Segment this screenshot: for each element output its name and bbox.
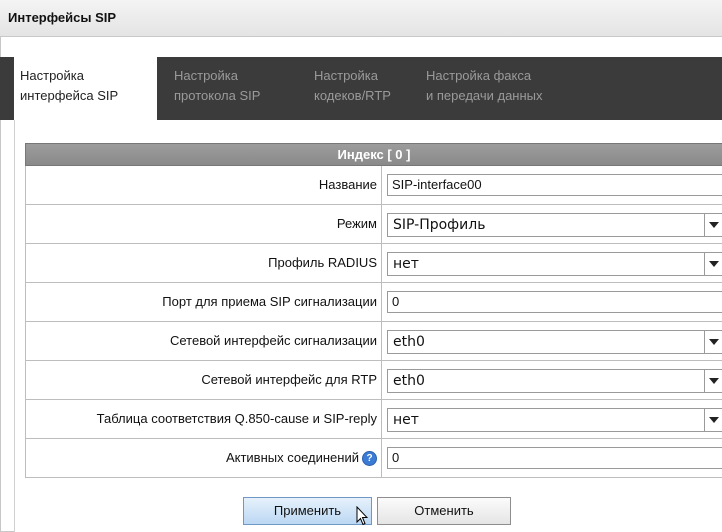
field-label: Режим <box>26 205 382 243</box>
tab-sip-protocol[interactable]: Настройка протокола SIP <box>174 57 260 120</box>
window-titlebar: Интерфейсы SIP <box>0 0 722 37</box>
mouse-cursor-icon <box>356 506 368 526</box>
table-row: Активных соединений? 0 <box>25 439 722 478</box>
tab-label-line1: Настройка <box>174 68 238 83</box>
chevron-down-icon[interactable] <box>704 370 722 392</box>
tab-fax-data[interactable]: Настройка факса и передачи данных <box>426 57 543 120</box>
select-value: нет <box>393 256 419 272</box>
tab-panel: Индекс [ 0 ] Название SIP-interface00 Ре… <box>14 120 722 532</box>
tab-label-line1: Настройка <box>20 68 84 83</box>
chevron-down-icon[interactable] <box>704 409 722 431</box>
table-row: Режим SIP-Профиль <box>25 205 722 244</box>
tab-label-line1: Настройка факса <box>426 68 532 83</box>
field-label: Название <box>26 166 382 204</box>
table-row: Таблица соответствия Q.850-cause и SIP-r… <box>25 400 722 439</box>
field-label: Сетевой интерфейс для RTP <box>26 361 382 399</box>
table-row: Сетевой интерфейс сигнализации eth0 <box>25 322 722 361</box>
table-header: Индекс [ 0 ] <box>25 143 722 166</box>
chevron-down-icon[interactable] <box>704 253 722 275</box>
settings-table: Индекс [ 0 ] Название SIP-interface00 Ре… <box>25 143 722 478</box>
question-icon[interactable]: ? <box>362 451 377 467</box>
tab-codecs-rtp[interactable]: Настройка кодеков/RTP <box>314 57 391 120</box>
cancel-button[interactable]: Отменить <box>377 497 511 525</box>
tab-label-line2: интерфейса SIP <box>20 88 119 103</box>
mode-select[interactable]: SIP-Профиль <box>387 213 722 237</box>
tab-label-line2: кодеков/RTP <box>314 88 391 103</box>
select-value: eth0 <box>393 334 425 350</box>
name-input[interactable]: SIP-interface00 <box>387 174 722 196</box>
field-label: Порт для приема SIP сигнализации <box>26 283 382 321</box>
tab-label-line1: Настройка <box>314 68 378 83</box>
signaling-interface-select[interactable]: eth0 <box>387 330 722 354</box>
tab-label-line2: протокола SIP <box>174 88 261 103</box>
chevron-down-icon[interactable] <box>704 214 722 236</box>
field-label: Сетевой интерфейс сигнализации <box>26 322 382 360</box>
rtp-interface-select[interactable]: eth0 <box>387 369 722 393</box>
q850-table-select[interactable]: нет <box>387 408 722 432</box>
table-row: Сетевой интерфейс для RTP eth0 <box>25 361 722 400</box>
table-row: Порт для приема SIP сигнализации 0 <box>25 283 722 322</box>
select-value: SIP-Профиль <box>393 217 486 233</box>
chevron-down-icon[interactable] <box>704 331 722 353</box>
field-label: Профиль RADIUS <box>26 244 382 282</box>
select-value: eth0 <box>393 373 425 389</box>
table-row: Название SIP-interface00 <box>25 166 722 205</box>
field-label-text: Активных соединений <box>225 450 359 465</box>
window-title: Интерфейсы SIP <box>8 10 117 25</box>
radius-profile-select[interactable]: нет <box>387 252 722 276</box>
field-label: Таблица соответствия Q.850-cause и SIP-r… <box>26 400 382 438</box>
select-value: нет <box>393 412 419 428</box>
apply-button[interactable]: Применить <box>243 497 372 525</box>
sip-port-input[interactable]: 0 <box>387 291 722 313</box>
tab-bar: Настройка интерфейса SIP Настройка прото… <box>0 57 722 123</box>
tab-sip-interface[interactable]: Настройка интерфейса SIP <box>14 57 157 123</box>
tab-label-line2: и передачи данных <box>426 88 543 103</box>
active-connections-input[interactable]: 0 <box>387 447 722 469</box>
table-row: Профиль RADIUS нет <box>25 244 722 283</box>
field-label: Активных соединений? <box>26 439 382 477</box>
